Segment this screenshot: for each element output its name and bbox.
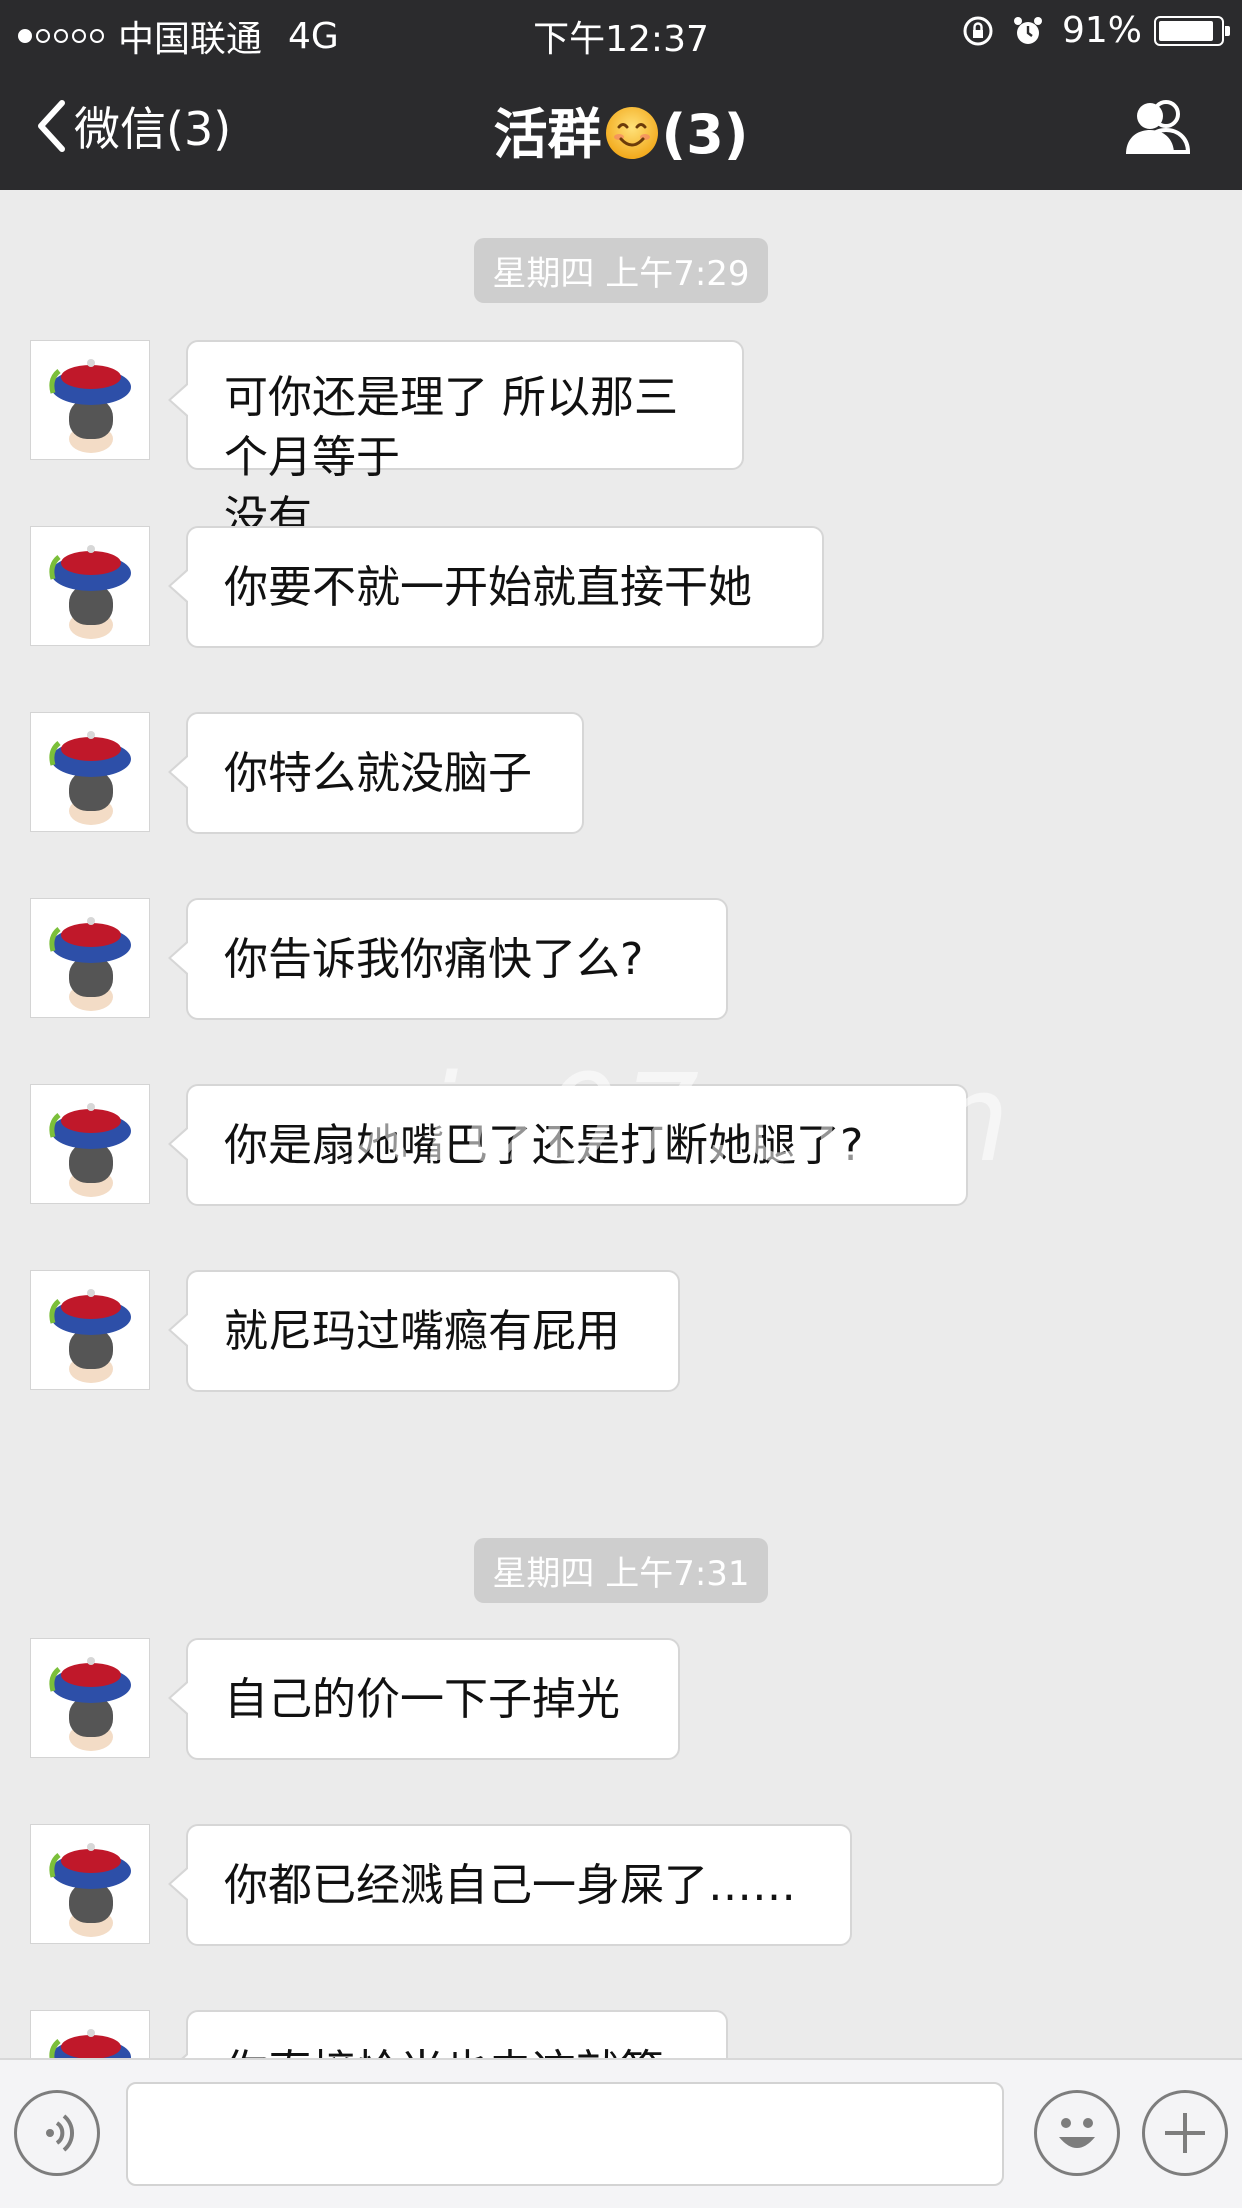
avatar[interactable] [30,1824,150,1944]
message-text-line: 你是扇她嘴巴了还是打断她腿了? [224,1120,864,1171]
voice-icon [46,2114,75,2152]
status-right-group: 91% [962,10,1230,51]
timestamp-label: 星期四 上午7:31 [474,1538,768,1603]
message-bubble[interactable]: 你是扇她嘴巴了还是打断她腿了? [168,1084,968,1206]
message-bubble[interactable]: 你要不就一开始就直接干她 [168,526,824,648]
timestamp: 星期四 上午7:31 [0,1538,1242,1603]
input-bar [0,2058,1242,2208]
qing-hat-avatar-icon [49,731,131,825]
battery-fill [1159,20,1214,41]
avatar[interactable] [30,1084,150,1204]
nav-bar: 微信(3) 活群 (3) [0,62,1242,190]
message-text-line: 自己的价一下子掉光 [224,1674,620,1725]
member-count: (3) [661,103,749,166]
message-text-line: 可你还是理了 所以那三个月等于 [224,372,678,483]
avatar[interactable] [30,526,150,646]
bubble-tail [168,1680,189,1716]
alarm-clock-icon [1013,16,1042,44]
qing-hat-avatar-icon [49,1843,131,1937]
message-bubble[interactable]: 你直接恰当也去这就算了 [168,2010,728,2058]
message-text-line: 你都已经溅自己一身屎了…… [224,1860,796,1911]
chat-title-text: 活群 [493,103,602,166]
qing-hat-avatar-icon [49,1657,131,1751]
message-bubble[interactable]: 你特么就没脑子 [168,712,584,834]
voice-button[interactable] [14,2090,100,2176]
message-bubble[interactable]: 你告诉我你痛快了么? [168,898,728,1020]
chat-history[interactable]: 星期四 上午7:29 可你还是理了 所以那三个月等于 没有 你要不就一开始就直接… [0,190,1242,2058]
qing-hat-avatar-icon [49,1289,131,1383]
plus-icon [1165,2113,1205,2153]
chat-title: 活群 (3) [0,90,1242,169]
battery-icon [1154,15,1230,46]
message-bubble[interactable]: 你都已经溅自己一身屎了…… [168,1824,852,1946]
avatar[interactable] [30,340,150,460]
bubble-tail [168,1866,189,1902]
message-text-line: 你要不就一开始就直接干她 [224,562,752,613]
bubble-tail [168,568,189,604]
message-bubble[interactable]: 自己的价一下子掉光 [168,1638,680,1760]
plus-button[interactable] [1142,2090,1228,2176]
message-bubble[interactable]: 就尼玛过嘴瘾有屁用 [168,1270,680,1392]
emoji-button[interactable] [1034,2090,1120,2176]
battery-percent: 91% [1061,10,1142,51]
timestamp: 星期四 上午7:29 [0,238,1242,303]
avatar[interactable] [30,1638,150,1758]
bubble-tail [168,382,189,418]
message-text-line: 你特么就没脑子 [224,748,532,799]
message-text-line: 就尼玛过嘴瘾有屁用 [224,1306,620,1357]
smiley-emoji-icon [605,107,658,159]
message-text-line: 你直接恰当也去这就算了 [224,2042,692,2058]
status-bar: 中国联通 4G 下午12:37 91% [0,0,1242,62]
battery-nub [1225,25,1230,36]
message-input[interactable] [126,2082,1004,2186]
group-members-icon[interactable] [1122,96,1192,156]
qing-hat-avatar-icon [49,359,131,453]
bubble-tail [168,940,189,976]
message-bubble[interactable]: 可你还是理了 所以那三个月等于 没有 [168,340,744,543]
bubble-tail [168,1126,189,1162]
message-text-line: 你告诉我你痛快了么? [224,934,644,985]
bubble-tail [168,754,189,790]
qing-hat-avatar-icon [49,917,131,1011]
avatar[interactable] [30,1270,150,1390]
emoji-icon [1059,2118,1095,2148]
avatar[interactable] [30,2010,150,2058]
avatar[interactable] [30,898,150,1018]
qing-hat-avatar-icon [49,1103,131,1197]
bubble-tail [168,1312,189,1348]
timestamp-label: 星期四 上午7:29 [474,238,768,303]
qing-hat-avatar-icon [49,2029,131,2058]
qing-hat-avatar-icon [49,545,131,639]
rotation-lock-icon [963,16,993,45]
avatar[interactable] [30,712,150,832]
